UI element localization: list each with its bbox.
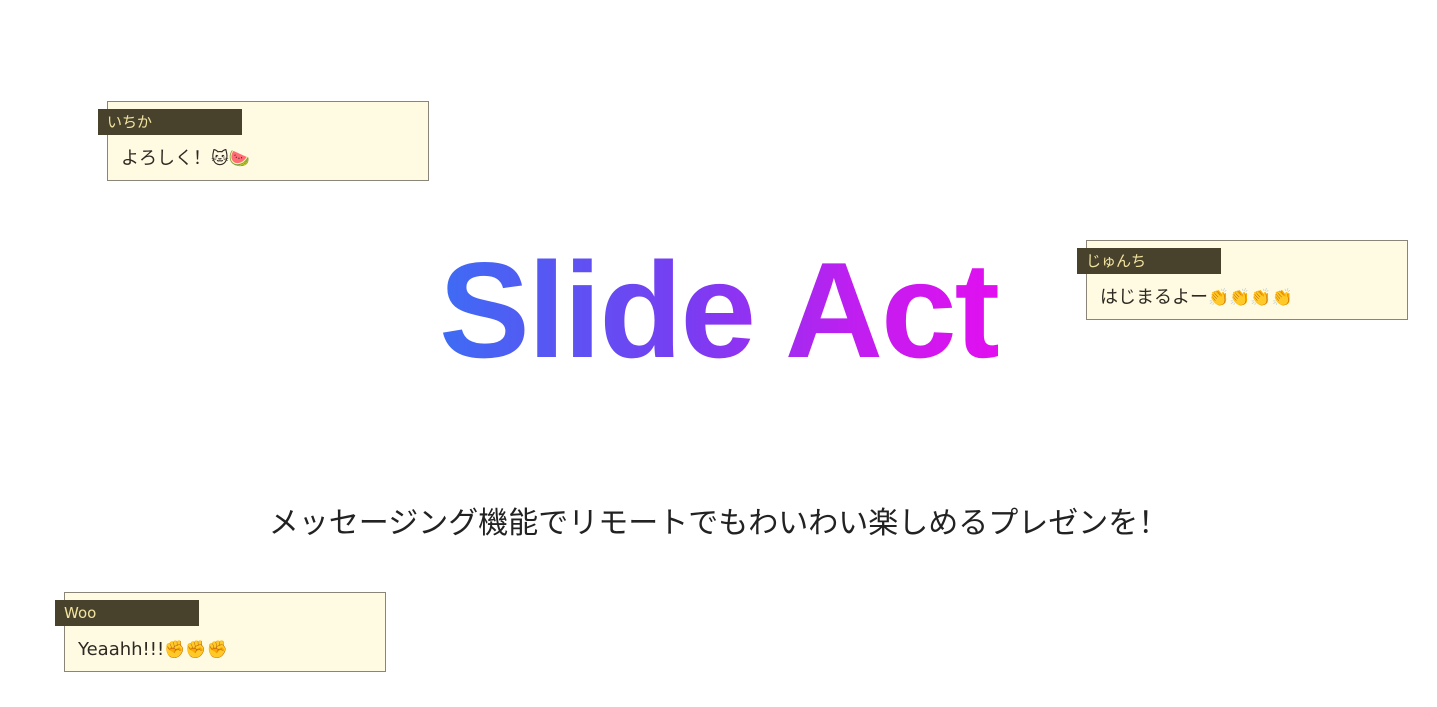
message-text-content: Yeaahh!!! xyxy=(78,639,165,660)
message-emoji: ✊✊✊ xyxy=(164,640,228,660)
slide-subtitle: メッセージング機能でリモートでもわいわい楽しめるプレゼンを！ xyxy=(268,506,1169,541)
message-text: よろしく！🐱🍉 xyxy=(121,146,250,172)
message-sender-name: いちか xyxy=(98,109,242,135)
message-text: はじまるよー👏👏👏👏 xyxy=(1100,285,1293,311)
message-emoji: 👏👏👏👏 xyxy=(1208,288,1293,308)
message-text-content: はじまるよー xyxy=(1100,287,1208,308)
slide-stage: いちか よろしく！🐱🍉 Slide Act じゅんち はじまるよー👏👏👏👏 メッ… xyxy=(0,0,1437,707)
message-sender-name: じゅんち xyxy=(1077,248,1221,274)
slide-title-text: Slide Act xyxy=(439,234,1000,386)
message-sender-name: Woo xyxy=(55,600,199,626)
message-card: いちか よろしく！🐱🍉 xyxy=(98,101,429,181)
message-card: Woo Yeaahh!!!✊✊✊ xyxy=(55,592,386,672)
message-card: じゅんち はじまるよー👏👏👏👏 xyxy=(1077,240,1408,320)
message-text: Yeaahh!!!✊✊✊ xyxy=(78,637,228,663)
message-text-content: よろしく！ xyxy=(121,148,211,169)
message-emoji: 🐱🍉 xyxy=(211,149,250,169)
